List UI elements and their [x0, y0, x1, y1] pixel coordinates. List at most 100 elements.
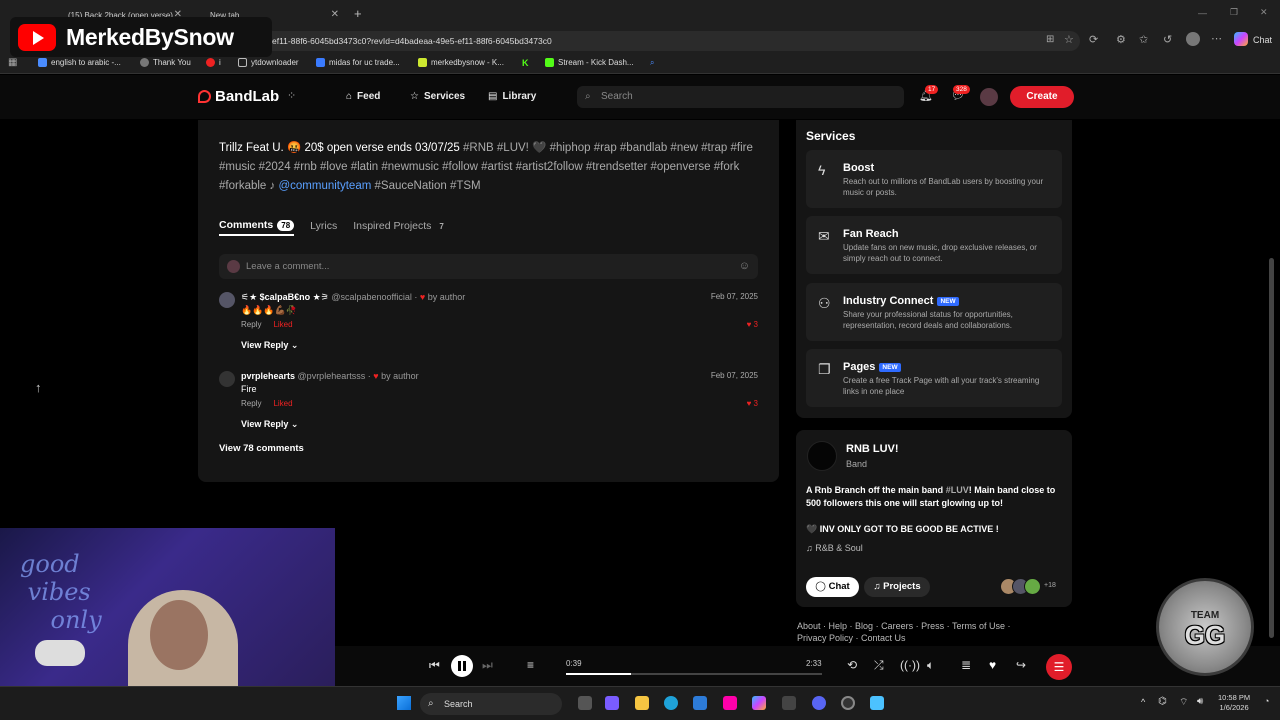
progress-bar[interactable]: [566, 673, 822, 675]
footer-link-privacy[interactable]: Privacy Policy: [797, 633, 853, 643]
copilot-icon[interactable]: [752, 696, 766, 710]
nav-library[interactable]: ▤ Library: [488, 91, 536, 102]
bookmark-item[interactable]: english to arabic -...: [38, 58, 121, 67]
minimize-icon[interactable]: —: [1198, 8, 1207, 18]
search-icon[interactable]: ⌕: [650, 58, 654, 68]
system-clock[interactable]: 10:58 PM 1/6/2026: [1218, 693, 1250, 713]
apps-grid-icon[interactable]: ⁘: [287, 89, 296, 102]
footer-link-careers[interactable]: Careers: [881, 621, 913, 631]
tab-lyrics[interactable]: Lyrics: [310, 216, 337, 236]
comment-input[interactable]: Leave a comment... ☺: [219, 254, 758, 279]
commenter-avatar[interactable]: [219, 292, 235, 308]
split-view-icon[interactable]: ⊞: [1046, 34, 1054, 45]
service-industry-connect[interactable]: ⚇ Industry Connect NEW Share your profess…: [806, 283, 1062, 341]
volume-icon[interactable]: 🔈︎: [927, 658, 934, 673]
comment-likes[interactable]: ♥ 3: [747, 399, 758, 408]
view-reply-button[interactable]: View Reply ⌄: [241, 419, 298, 430]
profile-avatar[interactable]: [1186, 32, 1200, 46]
footer-link-blog[interactable]: Blog: [855, 621, 873, 631]
mention-link[interactable]: @communityteam: [278, 180, 371, 192]
tab-comments[interactable]: Comments 78: [219, 216, 295, 236]
pause-button[interactable]: [451, 655, 473, 677]
favorites-icon[interactable]: ✩: [1139, 33, 1148, 46]
previous-track-icon[interactable]: ⏮: [429, 658, 440, 673]
liked-button[interactable]: Liked: [273, 399, 292, 408]
liked-button[interactable]: Liked: [273, 320, 292, 329]
copilot-icon[interactable]: [1234, 32, 1248, 46]
footer-link-terms[interactable]: Terms of Use: [952, 621, 1005, 631]
bookmark-item[interactable]: Stream - Kick Dash...: [545, 58, 634, 67]
nav-services[interactable]: ☆ Services: [410, 91, 465, 102]
post-tail-tags[interactable]: #SauceNation #TSM: [375, 180, 481, 192]
view-all-comments-link[interactable]: View 78 comments: [219, 443, 304, 454]
edge-icon[interactable]: [664, 696, 678, 710]
scroll-top-icon[interactable]: ↑: [35, 380, 42, 395]
member-avatar[interactable]: [1024, 578, 1041, 595]
commenter-name[interactable]: pvrplehearts: [241, 371, 295, 381]
close-tab-icon[interactable]: ✕: [331, 9, 339, 20]
band-projects-button[interactable]: ♫ Projects: [864, 577, 930, 597]
notifications-icon[interactable]: ◔: [1264, 696, 1269, 706]
share-icon[interactable]: ↪: [1016, 658, 1026, 672]
task-view-icon[interactable]: [578, 696, 592, 710]
reply-button[interactable]: Reply: [241, 320, 261, 329]
repeat-icon[interactable]: ⟲: [847, 658, 857, 672]
footer-link-contact[interactable]: Contact Us: [861, 633, 906, 643]
commenter-handle[interactable]: @scalpabenoofficial: [331, 292, 412, 302]
commenter-handle[interactable]: @pvrpleheartsss: [298, 371, 366, 381]
view-reply-button[interactable]: View Reply ⌄: [241, 340, 298, 351]
band-logo[interactable]: [807, 441, 837, 471]
members-more-count[interactable]: +18: [1044, 582, 1056, 589]
commenter-avatar[interactable]: [219, 371, 235, 387]
address-bar[interactable]: ef11-88f6-6045bd3473c0?revId=d4badeaa-49…: [262, 31, 1080, 51]
emoji-icon[interactable]: ☺: [739, 254, 750, 279]
footer-link-about[interactable]: About: [797, 621, 821, 631]
app-icon[interactable]: [605, 696, 619, 710]
tray-chevron-icon[interactable]: ^: [1141, 697, 1145, 707]
file-explorer-icon[interactable]: [635, 696, 649, 710]
bookmark-item[interactable]: merkedbysnow - K...: [418, 58, 504, 67]
band-name[interactable]: RNB LUV!: [846, 443, 899, 455]
maximize-icon[interactable]: ❐: [1230, 7, 1238, 18]
queue-add-icon[interactable]: ≣: [961, 658, 971, 672]
wifi-icon[interactable]: ⌔: [1179, 696, 1188, 709]
queue-menu-button[interactable]: ☰: [1046, 654, 1072, 680]
footer-link-press[interactable]: Press: [921, 621, 944, 631]
shuffle-icon[interactable]: ⤮: [874, 658, 884, 673]
nav-feed[interactable]: ⌂ Feed: [346, 91, 380, 102]
network-icon[interactable]: ⌬: [1158, 696, 1167, 707]
page-scrollbar[interactable]: [1269, 258, 1274, 638]
windows-start-icon[interactable]: [397, 696, 411, 710]
bookmark-item[interactable]: i: [206, 58, 221, 67]
bookmarks-folder-icon[interactable]: ▦: [8, 57, 17, 68]
settings-icon[interactable]: [782, 696, 796, 710]
star-icon[interactable]: ☆: [1064, 33, 1074, 46]
band-tag-link[interactable]: #LUV: [946, 485, 969, 495]
commenter-name[interactable]: ⚟★ $calpaB€no ★⚞: [241, 292, 329, 302]
extensions-icon[interactable]: ⚙: [1116, 33, 1126, 46]
service-boost[interactable]: ϟ Boost Reach out to millions of BandLab…: [806, 150, 1062, 208]
like-heart-icon[interactable]: ♥: [989, 658, 996, 672]
notepad-icon[interactable]: [870, 696, 884, 710]
bandlab-logo[interactable]: BandLab: [198, 88, 279, 105]
create-button[interactable]: Create: [1010, 86, 1074, 108]
kick-icon[interactable]: K: [522, 58, 529, 68]
history-icon[interactable]: ↺: [1163, 33, 1172, 46]
search-input[interactable]: ⌕ Search: [577, 86, 904, 108]
broadcast-icon[interactable]: ((·)): [900, 658, 920, 672]
tab-inspired-projects[interactable]: Inspired Projects 7: [353, 216, 448, 236]
copilot-chat-label[interactable]: Chat: [1253, 35, 1272, 45]
bookmark-item[interactable]: midas for uc trade...: [316, 58, 400, 67]
service-pages[interactable]: ❐ Pages NEW Create a free Track Page with…: [806, 349, 1062, 407]
footer-link-help[interactable]: Help: [829, 621, 848, 631]
close-window-icon[interactable]: ✕: [1260, 7, 1268, 18]
app-icon[interactable]: [723, 696, 737, 710]
next-track-icon[interactable]: ⏭: [482, 658, 493, 673]
reply-button[interactable]: Reply: [241, 399, 261, 408]
store-icon[interactable]: [693, 696, 707, 710]
app-icon[interactable]: [841, 696, 855, 710]
comment-likes[interactable]: ♥ 3: [747, 320, 758, 329]
playlist-icon[interactable]: ≡: [527, 658, 534, 672]
refresh-icon[interactable]: ⟳: [1089, 33, 1098, 46]
bookmark-item[interactable]: ytdownloader: [238, 58, 299, 67]
